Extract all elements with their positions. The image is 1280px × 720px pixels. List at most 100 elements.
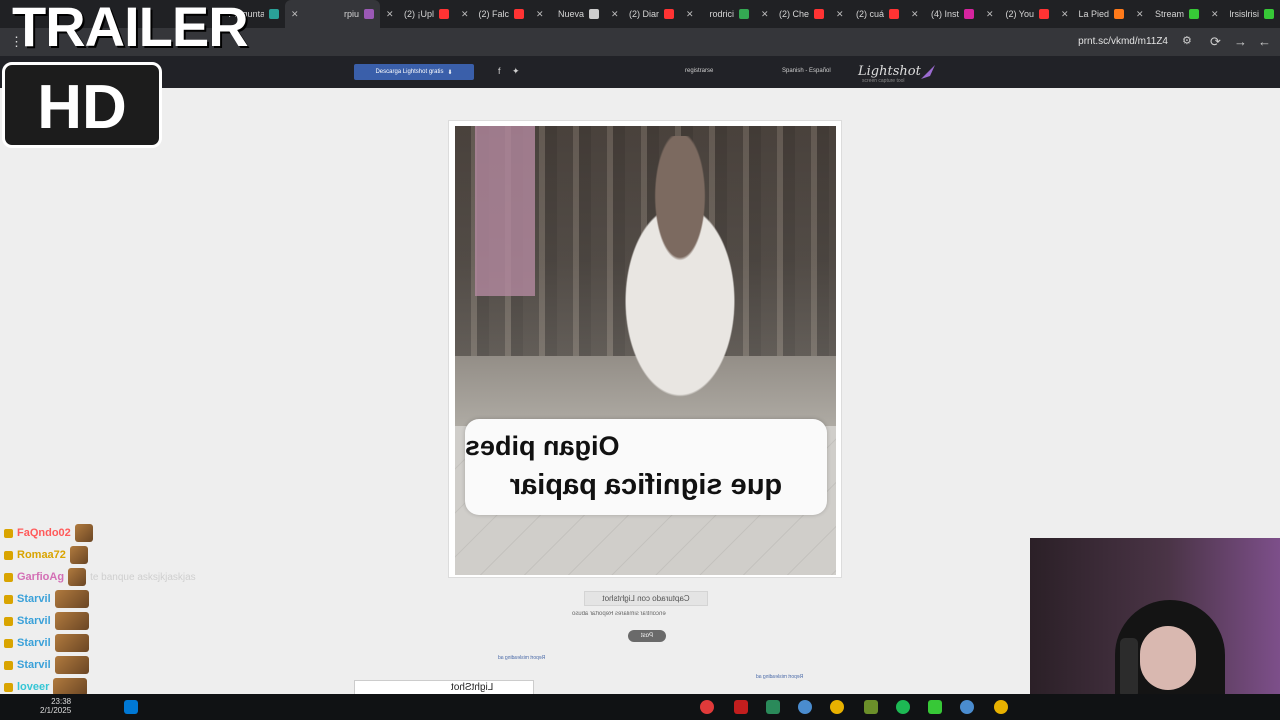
tab-favicon-icon bbox=[1114, 9, 1124, 19]
clock-date: 2/1/2025 bbox=[40, 706, 72, 715]
meme-caption-line1: Oigan pibes bbox=[465, 431, 620, 461]
tab-favicon-icon bbox=[1264, 9, 1274, 19]
site-info-icon[interactable]: ⚙ bbox=[1182, 34, 1192, 47]
ad-title: LightShot bbox=[451, 682, 494, 693]
chat-emote-icon bbox=[69, 546, 88, 564]
chat-text: te banque asksjkjaskjas bbox=[90, 571, 196, 583]
browser-tab[interactable]: (2) ¡Upl ✕ bbox=[380, 0, 455, 28]
steam-icon-2[interactable] bbox=[960, 700, 974, 714]
browser-tab[interactable]: Stream ✕ bbox=[1130, 0, 1205, 28]
browser-tab[interactable]: (4) Inst ✕ bbox=[905, 0, 980, 28]
tab-close-icon[interactable]: ✕ bbox=[1061, 9, 1069, 20]
sub-badge-icon bbox=[4, 594, 13, 604]
site-header: Lightshot screen capture tool Spanish - … bbox=[0, 56, 1280, 88]
tab-label: (2) Falc bbox=[478, 9, 509, 19]
tab-close-icon[interactable]: ✕ bbox=[386, 9, 394, 20]
tab-close-icon[interactable]: ✕ bbox=[611, 9, 619, 20]
spotify-icon[interactable] bbox=[896, 700, 910, 714]
tab-close-icon[interactable]: ✕ bbox=[1136, 9, 1144, 20]
browser-tab[interactable]: La Pied ✕ bbox=[1055, 0, 1130, 28]
tab-close-icon[interactable]: ✕ bbox=[686, 9, 694, 20]
browser-tab[interactable]: rpiu ✕ bbox=[285, 0, 380, 28]
post-button-label: Post bbox=[641, 633, 654, 639]
report-ad-link-right[interactable]: Report misleading ad bbox=[756, 674, 803, 680]
trailer-overlay-text: TRAILER bbox=[12, 0, 249, 58]
chat-message: Romaa72 bbox=[0, 544, 220, 566]
url-field[interactable]: prnt.sc/vkmd/m11Z4 bbox=[1078, 36, 1168, 47]
twitter-icon[interactable]: ✦ bbox=[512, 66, 520, 77]
chat-username[interactable]: Starvil bbox=[17, 637, 51, 649]
chat-username[interactable]: FaQndo02 bbox=[17, 527, 71, 539]
site-logo[interactable]: Lightshot bbox=[858, 64, 921, 79]
sub-badge-icon bbox=[4, 616, 13, 626]
tab-label: (2) cuá bbox=[855, 9, 884, 19]
webcam-feed bbox=[1030, 538, 1280, 720]
steam-icon[interactable] bbox=[798, 700, 812, 714]
back-icon[interactable]: ← bbox=[1258, 34, 1271, 49]
tab-favicon-icon bbox=[439, 9, 449, 19]
language-selector[interactable]: Spanish - Español bbox=[782, 68, 831, 74]
chat-username[interactable]: Starvil bbox=[17, 659, 51, 671]
tab-label: (4) Inst bbox=[930, 9, 959, 19]
post-button[interactable]: Post bbox=[628, 630, 666, 642]
chat-username[interactable]: Starvil bbox=[17, 615, 51, 627]
windows-start-icon[interactable] bbox=[124, 700, 138, 714]
chrome-icon-2[interactable] bbox=[994, 700, 1008, 714]
facebook-icon[interactable]: f bbox=[498, 66, 501, 76]
tab-close-icon[interactable]: ✕ bbox=[911, 9, 919, 20]
browser-tab[interactable]: Nueva ✕ bbox=[530, 0, 605, 28]
captured-with-label[interactable]: Capturado con Lightshot bbox=[584, 591, 708, 606]
tab-close-icon[interactable]: ✕ bbox=[761, 9, 769, 20]
reload-icon[interactable]: ⟳ bbox=[1210, 34, 1221, 50]
opera-icon[interactable] bbox=[700, 700, 714, 714]
register-link[interactable]: registrarse bbox=[685, 68, 713, 74]
forward-icon[interactable]: → bbox=[1234, 34, 1247, 49]
kick-icon[interactable] bbox=[928, 700, 942, 714]
chat-message: Starvil bbox=[0, 610, 220, 632]
chat-message: Starvil bbox=[0, 588, 220, 610]
tab-strip: lrsislrisi ✕ Stream ✕ La Pied ✕ (2) You ✕ (4) In… bbox=[210, 0, 1280, 28]
report-ad-link-left[interactable]: Report misleading ad bbox=[498, 655, 545, 661]
similar-report-links[interactable]: encontrar similares Reportar abuso bbox=[572, 611, 666, 617]
browser-tab[interactable]: (2) You ✕ bbox=[980, 0, 1055, 28]
old-woman-figure bbox=[585, 136, 775, 436]
browser-tab[interactable]: (2) Falc ✕ bbox=[455, 0, 530, 28]
tab-favicon-icon bbox=[739, 9, 749, 19]
taskbar-clock[interactable]: 23:38 2/1/2025 bbox=[40, 697, 71, 715]
chat-username[interactable]: Romaa72 bbox=[17, 549, 66, 561]
hd-badge: HD bbox=[2, 62, 162, 148]
screenshot-frame: Oigan pibes que significa papiar bbox=[448, 120, 842, 578]
browser-tab[interactable]: (2) Diar ✕ bbox=[605, 0, 680, 28]
tab-close-icon[interactable]: ✕ bbox=[836, 9, 844, 20]
background-person bbox=[475, 126, 535, 296]
tab-favicon-icon bbox=[814, 9, 824, 19]
tab-close-icon[interactable]: ✕ bbox=[1211, 9, 1219, 20]
tab-label: Stream bbox=[1154, 9, 1184, 19]
tab-favicon-icon bbox=[889, 9, 899, 19]
tab-close-icon[interactable]: ✕ bbox=[536, 9, 544, 20]
tab-favicon-icon bbox=[1189, 9, 1199, 19]
app-icon[interactable] bbox=[766, 700, 780, 714]
record-app-icon[interactable] bbox=[734, 700, 748, 714]
download-button[interactable]: Descarga Lightshot gratis ⬇ bbox=[354, 64, 474, 80]
game-app-icon[interactable] bbox=[864, 700, 878, 714]
browser-tab[interactable]: (2) cuá ✕ bbox=[830, 0, 905, 28]
logo-tagline: screen capture tool bbox=[862, 78, 905, 84]
sub-badge-icon bbox=[4, 550, 13, 560]
chat-username[interactable]: loveer bbox=[17, 681, 49, 693]
tab-label: (2) Che bbox=[778, 9, 809, 19]
feather-logo-icon bbox=[921, 65, 935, 79]
tab-favicon-icon bbox=[514, 9, 524, 19]
tab-favicon-icon bbox=[589, 9, 599, 19]
tab-close-icon[interactable]: ✕ bbox=[986, 9, 994, 20]
screenshot-image[interactable]: Oigan pibes que significa papiar bbox=[455, 126, 836, 575]
browser-tab[interactable]: (2) Che ✕ bbox=[755, 0, 830, 28]
browser-tab[interactable]: rodrici ✕ bbox=[680, 0, 755, 28]
chat-username[interactable]: Starvil bbox=[17, 593, 51, 605]
tab-close-icon[interactable]: ✕ bbox=[291, 9, 299, 20]
browser-tab[interactable]: lrsislrisi ✕ bbox=[1205, 0, 1280, 28]
tab-close-icon[interactable]: ✕ bbox=[461, 9, 469, 20]
chrome-icon[interactable] bbox=[830, 700, 844, 714]
tab-label: (2) You bbox=[1005, 9, 1034, 19]
chat-username[interactable]: GarfioAg bbox=[17, 571, 64, 583]
